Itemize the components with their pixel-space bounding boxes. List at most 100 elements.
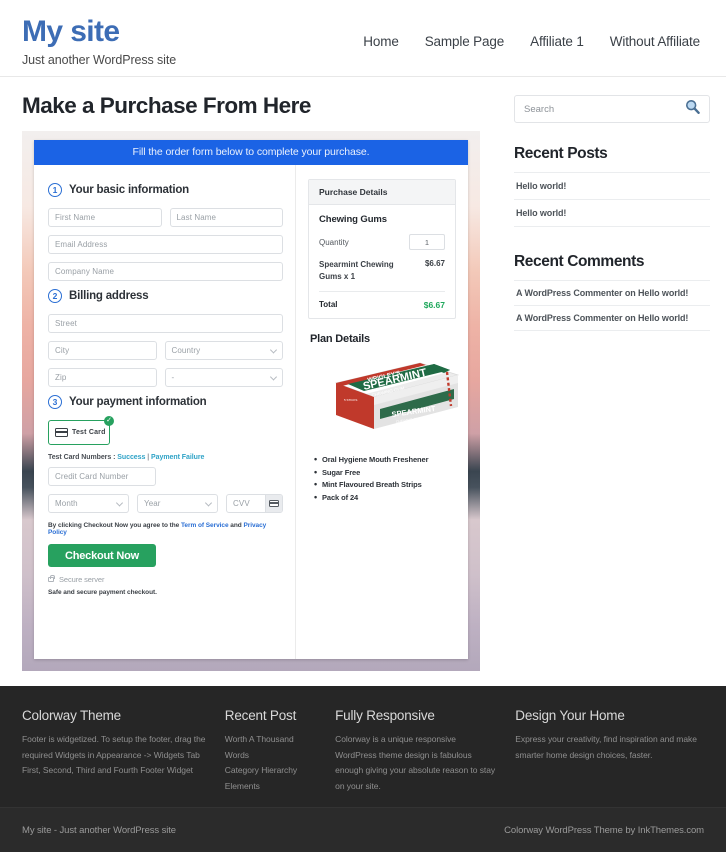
order-form-card: Fill the order form below to complete yo… <box>34 140 468 659</box>
footer-text: Colorway is a unique responsive WordPres… <box>335 734 496 792</box>
expiry-year-select[interactable]: Year <box>137 494 218 513</box>
feature-item: Pack of 24 <box>314 492 456 502</box>
nav-item-home[interactable]: Home <box>363 34 399 49</box>
credit-card-number-input[interactable]: Credit Card Number <box>48 467 156 486</box>
footer-text: Footer is widgetized. To setup the foote… <box>22 734 206 776</box>
name-field-row: First Name Last Name <box>48 208 283 227</box>
credit-card-icon <box>269 500 279 507</box>
list-item[interactable]: Hello world! <box>514 173 710 200</box>
step-1-heading: 1 Your basic information <box>48 183 283 197</box>
nav-item-without-affiliate[interactable]: Without Affiliate <box>610 34 700 49</box>
city-input[interactable]: City <box>48 341 157 360</box>
cvv-card-icon <box>265 495 282 512</box>
footer-widget-recent-post: Recent Post Worth A Thousand Words Categ… <box>225 708 335 791</box>
first-name-input[interactable]: First Name <box>48 208 162 227</box>
list-item[interactable]: Category Hierarchy <box>225 763 319 779</box>
footer-recent-post-list: Worth A Thousand Words Category Hierarch… <box>225 732 319 795</box>
footer-widget-design-your-home: Design Your Home Express your creativity… <box>515 708 704 789</box>
test-card-numbers-label: Test Card Numbers : <box>48 454 118 461</box>
site-title[interactable]: My site <box>22 16 176 48</box>
chevron-down-icon <box>269 345 278 354</box>
test-card-failure-link[interactable]: Payment Failure <box>151 454 204 461</box>
recent-comments-list: A WordPress Commenter on Hello world! A … <box>514 281 710 331</box>
step-3-label: Your payment information <box>69 396 207 408</box>
list-item[interactable]: A WordPress Commenter on Hello world! <box>514 281 710 306</box>
line-item-price: $6.67 <box>424 259 445 268</box>
list-item[interactable]: Hello world! <box>514 200 710 227</box>
step-2-label: Billing address <box>69 290 149 302</box>
list-item[interactable]: A WordPress Commenter on Hello world! <box>514 306 710 331</box>
total-row: Total $6.67 <box>319 292 445 310</box>
country-select[interactable]: Country <box>164 341 283 360</box>
site-header: My site Just another WordPress site Home… <box>0 0 726 77</box>
payment-method-label: Test Card <box>72 429 106 436</box>
recent-comments-title: Recent Comments <box>514 253 710 281</box>
order-form-fields: 1 Your basic information First Name Last… <box>34 165 296 659</box>
email-field-row: Email Address <box>48 235 283 254</box>
footer-widget-colorway-theme: Colorway Theme Footer is widgetized. To … <box>22 708 225 789</box>
terms-agreement-text: By clicking Checkout Now you agree to th… <box>48 522 283 536</box>
footer-theme-credit[interactable]: Colorway WordPress Theme by InkThemes.co… <box>504 825 704 836</box>
state-select[interactable]: - <box>164 368 283 387</box>
footer-heading: Fully Responsive <box>335 708 435 723</box>
search-widget[interactable]: Search <box>514 95 710 123</box>
recent-posts-widget: Recent Posts Hello world! Hello world! <box>514 145 710 227</box>
footer-heading: Design Your Home <box>515 708 625 723</box>
feature-item: Oral Hygiene Mouth Freshener <box>314 454 456 464</box>
recent-posts-list: Hello world! Hello world! <box>514 173 710 227</box>
order-form-body: 1 Your basic information First Name Last… <box>34 165 468 659</box>
terms-of-service-link[interactable]: Term of Service <box>181 522 229 529</box>
order-form-banner: Fill the order form below to complete yo… <box>34 140 468 165</box>
footer-heading: Colorway Theme <box>22 708 121 723</box>
lock-icon <box>48 574 56 582</box>
last-name-input[interactable]: Last Name <box>169 208 283 227</box>
check-circle-icon: ✓ <box>104 416 114 426</box>
terms-and: and <box>228 522 244 529</box>
product-feature-list: Oral Hygiene Mouth Freshener Sugar Free … <box>308 454 456 502</box>
chevron-down-icon <box>204 498 213 507</box>
search-input[interactable]: Search <box>524 104 685 115</box>
product-name: Chewing Gums <box>319 214 387 225</box>
secure-server-row: Secure server <box>48 574 283 584</box>
recent-comments-widget: Recent Comments A WordPress Commenter on… <box>514 253 710 331</box>
primary-navigation[interactable]: Home Sample Page Affiliate 1 Without Aff… <box>363 10 704 49</box>
zip-input[interactable]: Zip <box>48 368 157 387</box>
quantity-input[interactable]: 1 <box>409 234 445 250</box>
recent-posts-title: Recent Posts <box>514 145 710 173</box>
purchase-summary-column: Purchase Details Chewing Gums Quantity 1… <box>296 165 468 659</box>
nav-item-sample-page[interactable]: Sample Page <box>425 34 505 49</box>
search-icon[interactable] <box>685 99 700 119</box>
zip-state-row: Zip - <box>48 368 283 387</box>
nav-item-affiliate-1[interactable]: Affiliate 1 <box>530 34 584 49</box>
sidebar: Search Recent Posts Hello world! Hello w… <box>500 77 726 686</box>
page-body: Make a Purchase From Here Fill the order… <box>0 77 726 686</box>
test-card-numbers-line: Test Card Numbers : Success | Payment Fa… <box>48 454 283 461</box>
list-item[interactable]: Elements <box>225 779 319 795</box>
expiry-month-value: Month <box>55 499 78 508</box>
site-branding[interactable]: My site Just another WordPress site <box>22 10 176 67</box>
purchase-details-box: Purchase Details Chewing Gums Quantity 1… <box>308 179 456 320</box>
company-field-row: Company Name <box>48 262 283 281</box>
email-input[interactable]: Email Address <box>48 235 283 254</box>
cvv-field-wrapper: CVV <box>226 494 283 513</box>
payment-method-test-card[interactable]: Test Card ✓ <box>48 416 114 445</box>
checkout-now-button[interactable]: Checkout Now <box>48 544 156 567</box>
safe-checkout-note: Safe and secure payment checkout. <box>48 589 157 596</box>
street-input[interactable]: Street <box>48 314 283 333</box>
step-3-number: 3 <box>48 395 62 409</box>
gum-pack-illustration: WRIGLEY'S SPEARMINT CHEWING GUM SPEARMIN… <box>334 362 460 430</box>
test-card-success-link[interactable]: Success <box>117 454 145 461</box>
city-country-row: City Country <box>48 341 283 360</box>
step-1-label: Your basic information <box>69 184 189 196</box>
site-footer: Colorway Theme Footer is widgetized. To … <box>0 686 726 807</box>
company-input[interactable]: Company Name <box>48 262 283 281</box>
order-form-hero: Fill the order form below to complete yo… <box>22 131 480 671</box>
purchase-details-body: Chewing Gums Quantity 1 Spearmint Chewin… <box>309 205 455 318</box>
main-content: Make a Purchase From Here Fill the order… <box>0 77 500 686</box>
step-1-number: 1 <box>48 183 62 197</box>
list-item[interactable]: Worth A Thousand Words <box>225 732 319 763</box>
expiry-month-select[interactable]: Month <box>48 494 129 513</box>
country-select-value: Country <box>171 346 201 355</box>
step-3-heading: 3 Your payment information <box>48 395 283 409</box>
purchase-details-header: Purchase Details <box>309 180 455 205</box>
